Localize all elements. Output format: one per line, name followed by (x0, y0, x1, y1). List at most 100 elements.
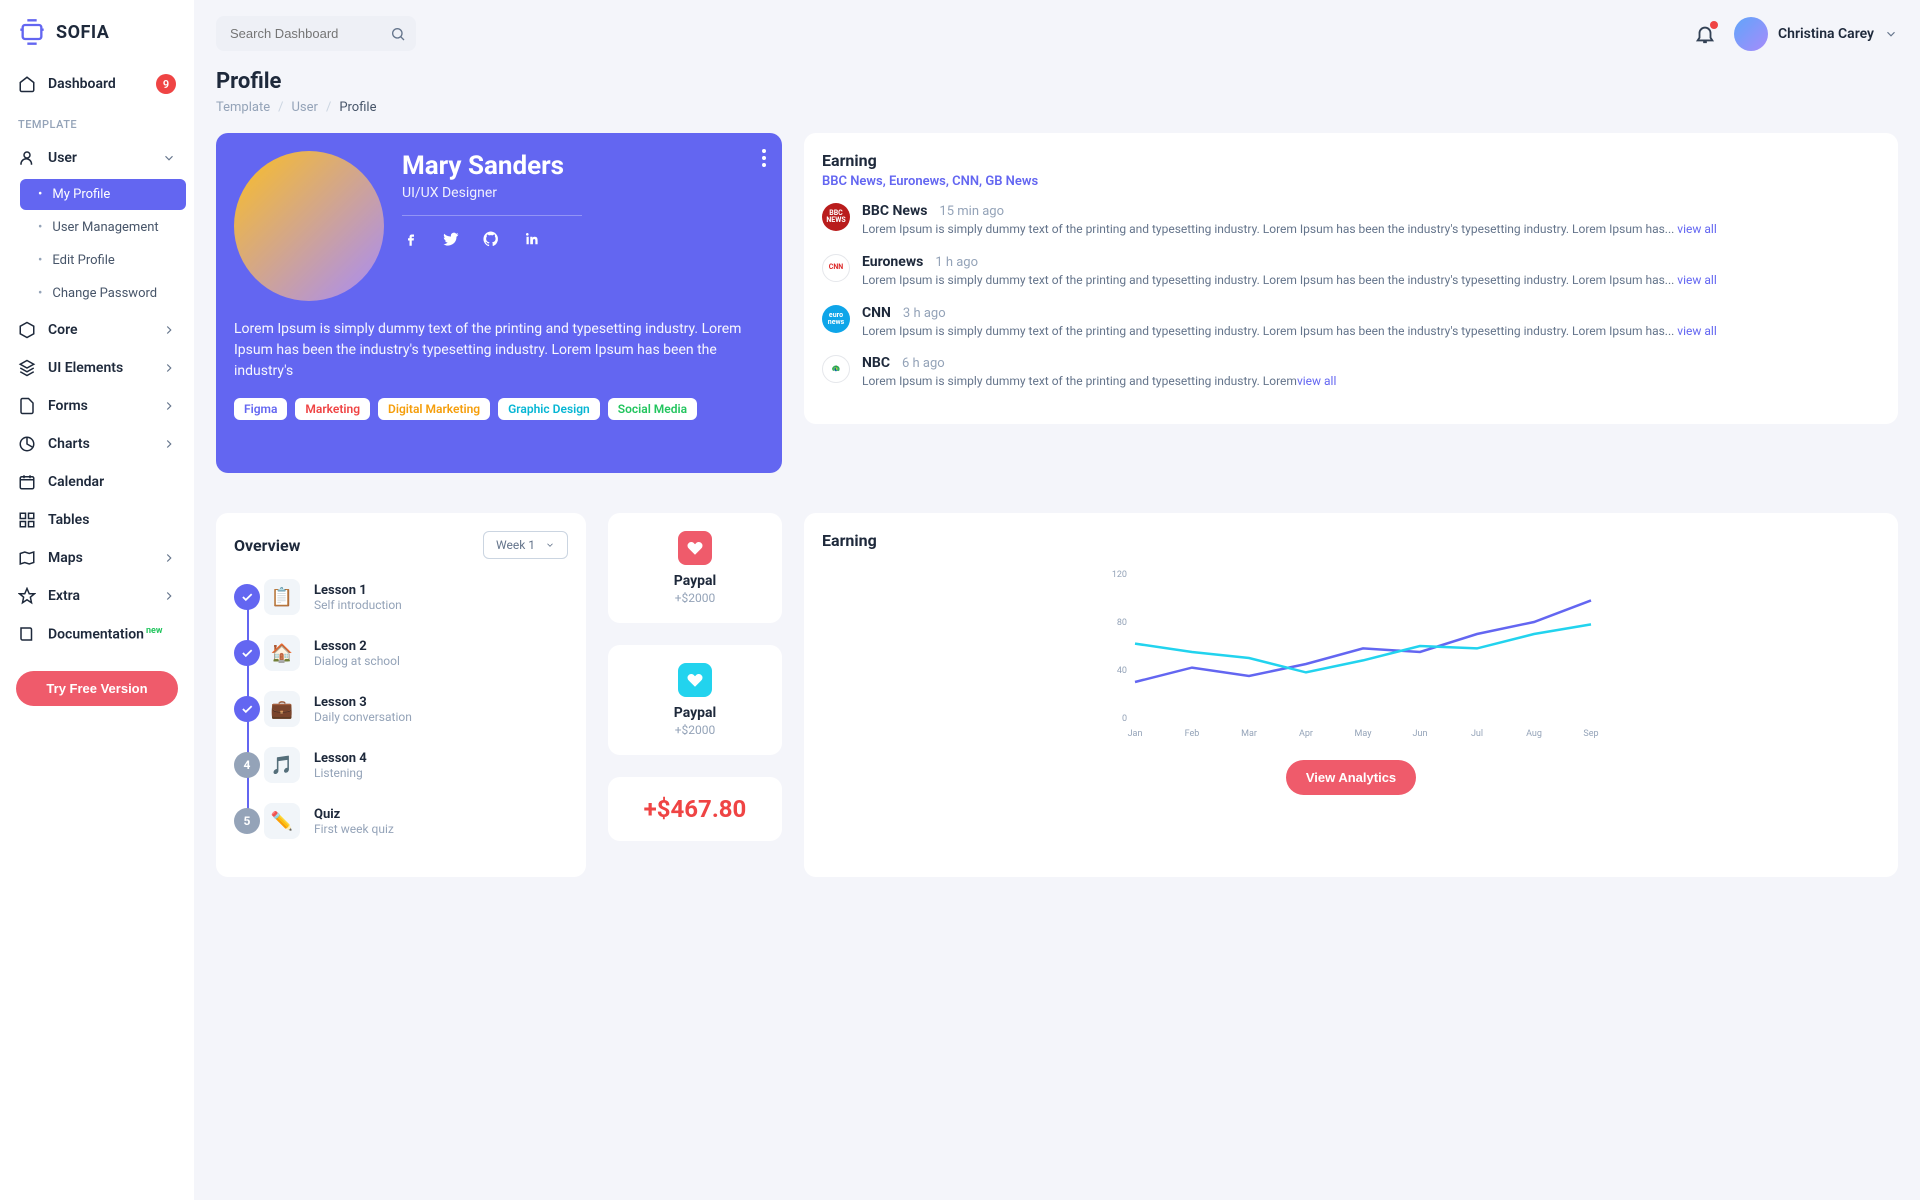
timeline-item[interactable]: 🏠 Lesson 2Dialog at school (264, 635, 568, 671)
nav-dashboard[interactable]: Dashboard 9 (0, 64, 194, 104)
try-free-button[interactable]: Try Free Version (16, 671, 178, 706)
main-content: Christina Carey Profile Template / User … (194, 0, 1920, 1200)
nav-docs[interactable]: Documentationnew (0, 615, 194, 653)
github-icon[interactable] (482, 230, 500, 248)
topbar: Christina Carey (216, 16, 1898, 51)
svg-text:0: 0 (1122, 714, 1127, 724)
user-menu[interactable]: Christina Carey (1734, 17, 1898, 51)
view-all-link[interactable]: view all (1677, 324, 1716, 338)
nav-forms[interactable]: Forms (0, 387, 194, 425)
news-item: BBCNEWS BBC News15 min ago Lorem Ipsum i… (822, 203, 1872, 238)
view-all-link[interactable]: view all (1297, 374, 1336, 388)
facebook-icon[interactable] (402, 230, 420, 248)
nav-maps[interactable]: Maps (0, 539, 194, 577)
lesson-subtitle: Daily conversation (314, 710, 412, 724)
home-icon (18, 75, 36, 93)
news-time: 15 min ago (939, 204, 1004, 219)
news-title: Euronews (862, 254, 923, 270)
overview-title: Overview (234, 536, 300, 555)
pay2-title: Paypal (626, 705, 764, 721)
chevron-down-icon (545, 540, 555, 550)
linkedin-icon[interactable] (522, 230, 540, 248)
check-icon (234, 696, 260, 722)
news-time: 1 h ago (935, 255, 978, 270)
tag-graphic: Graphic Design (498, 398, 600, 420)
calendar-icon (18, 473, 36, 491)
nav-extra[interactable]: Extra (0, 577, 194, 615)
timeline-item[interactable]: 📋 Lesson 1Self introduction (264, 579, 568, 615)
svg-text:80: 80 (1117, 618, 1127, 628)
news-text: Lorem Ipsum is simply dummy text of the … (862, 272, 1872, 289)
sub-edit-profile[interactable]: Edit Profile (20, 245, 186, 276)
pay-card-2: Paypal +$2000 (608, 645, 782, 755)
star-icon (18, 587, 36, 605)
lesson-icon: 📋 (264, 579, 300, 615)
svg-text:Aug: Aug (1526, 729, 1542, 739)
svg-text:Apr: Apr (1299, 729, 1313, 739)
twitter-icon[interactable] (442, 230, 460, 248)
chart-card: Earning 04080120JanFebMarAprMayJunJulAug… (804, 513, 1898, 877)
svg-text:Jun: Jun (1413, 729, 1428, 739)
news-title: BBC News (862, 203, 927, 219)
week-select[interactable]: Week 1 (483, 531, 568, 559)
news-list[interactable]: BBCNEWS BBC News15 min ago Lorem Ipsum i… (822, 203, 1880, 406)
sub-user-mgmt[interactable]: User Management (20, 212, 186, 243)
chevron-right-icon (162, 437, 176, 451)
lesson-subtitle: Self introduction (314, 598, 402, 612)
news-logo-icon: 🦚 (822, 355, 850, 383)
timeline: 📋 Lesson 1Self introduction 🏠 Lesson 2Di… (234, 579, 568, 839)
tag-social: Social Media (608, 398, 697, 420)
new-badge: new (146, 626, 163, 636)
timeline-item[interactable]: 4 🎵 Lesson 4Listening (264, 747, 568, 783)
view-analytics-button[interactable]: View Analytics (1286, 760, 1416, 795)
sub-my-profile[interactable]: My Profile (20, 179, 186, 210)
svg-text:May: May (1355, 729, 1373, 739)
layers-icon (18, 359, 36, 377)
lesson-title: Lesson 1 (314, 583, 402, 598)
nav-tables[interactable]: Tables (0, 501, 194, 539)
news-logo-icon: CNN (822, 254, 850, 282)
crumb-template[interactable]: Template (216, 100, 270, 115)
earning-news-card: Earning BBC News, Euronews, CNN, GB News… (804, 133, 1898, 424)
tags: Figma Marketing Digital Marketing Graphi… (234, 398, 764, 420)
news-time: 6 h ago (902, 356, 945, 371)
crumb-user[interactable]: User (291, 100, 317, 115)
sub-change-pw[interactable]: Change Password (20, 278, 186, 309)
chart-title: Earning (822, 531, 1880, 550)
chevron-right-icon (162, 323, 176, 337)
pie-icon (18, 435, 36, 453)
nav-charts[interactable]: Charts (0, 425, 194, 463)
sidebar: SOFIA Dashboard 9 TEMPLATE User My Profi… (0, 0, 194, 1200)
nav-user[interactable]: User (0, 139, 194, 177)
news-title: CNN (862, 305, 891, 321)
lesson-icon: 🏠 (264, 635, 300, 671)
earning-sources: BBC News, Euronews, CNN, GB News (822, 174, 1880, 189)
nav-core[interactable]: Core (0, 311, 194, 349)
user-subitems: My Profile User Management Edit Profile … (0, 177, 194, 311)
user-avatar (1734, 17, 1768, 51)
view-all-link[interactable]: view all (1677, 222, 1716, 236)
more-icon[interactable] (762, 149, 766, 167)
search-input[interactable] (216, 16, 416, 51)
nav-calendar[interactable]: Calendar (0, 463, 194, 501)
timeline-item[interactable]: 💼 Lesson 3Daily conversation (264, 691, 568, 727)
line-chart: 04080120JanFebMarAprMayJunJulAugSep (822, 564, 1880, 744)
nav-ui-elements[interactable]: UI Elements (0, 349, 194, 387)
logo[interactable]: SOFIA (0, 18, 194, 64)
view-all-link[interactable]: view all (1677, 273, 1716, 287)
profile-card: Mary Sanders UI/UX Designer Lorem Ipsum … (216, 133, 782, 473)
step-number: 5 (234, 808, 260, 834)
svg-text:Mar: Mar (1241, 729, 1257, 739)
chevron-right-icon (162, 589, 176, 603)
dashboard-badge: 9 (156, 74, 176, 94)
news-text: Lorem Ipsum is simply dummy text of the … (862, 323, 1872, 340)
svg-text:Jan: Jan (1128, 729, 1143, 739)
tag-digital: Digital Marketing (378, 398, 490, 420)
page-header: Profile Template / User / Profile (216, 69, 1898, 115)
news-time: 3 h ago (903, 306, 946, 321)
news-text: Lorem Ipsum is simply dummy text of the … (862, 373, 1872, 390)
timeline-item[interactable]: 5 ✏️ QuizFirst week quiz (264, 803, 568, 839)
notifications-button[interactable] (1694, 23, 1716, 45)
news-item: 🦚 NBC6 h ago Lorem Ipsum is simply dummy… (822, 355, 1872, 390)
svg-text:Feb: Feb (1185, 729, 1200, 739)
